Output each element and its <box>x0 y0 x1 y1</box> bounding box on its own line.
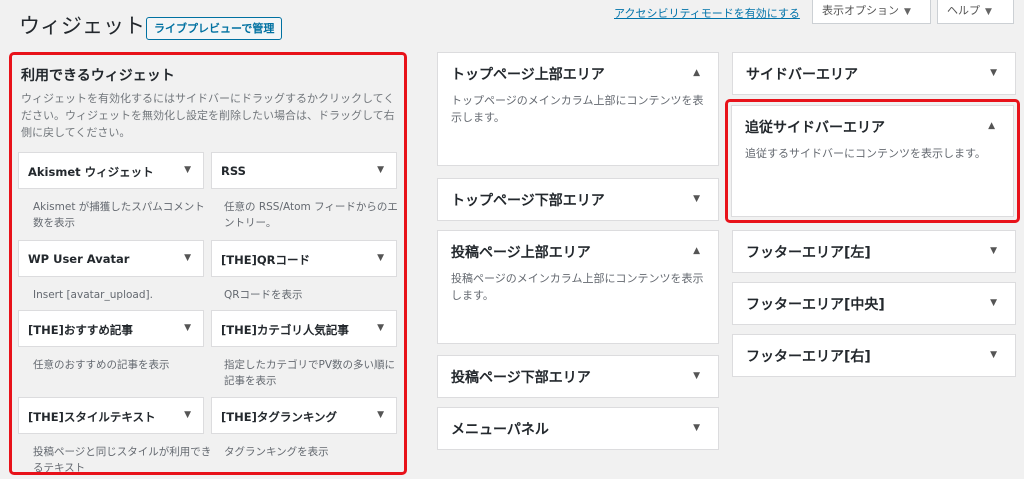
widget-category-popular[interactable]: [THE]カテゴリ人気記事 ▼ <box>211 310 397 347</box>
screen-options-button[interactable]: 表示オプション ▼ <box>812 0 931 24</box>
widget-title: [THE]QRコード <box>221 253 310 267</box>
widget-recommended-posts[interactable]: [THE]おすすめ記事 ▼ <box>18 310 204 347</box>
chevron-down-icon[interactable]: ▼ <box>990 246 997 256</box>
screen-options-label: 表示オプション <box>822 4 899 17</box>
chevron-down-icon[interactable]: ▼ <box>990 298 997 308</box>
widget-title: [THE]カテゴリ人気記事 <box>221 323 349 337</box>
widget-title: WP User Avatar <box>28 252 130 266</box>
widget-description: Akismet が捕獲したスパムコメント数を表示 <box>33 201 205 229</box>
chevron-down-icon[interactable]: ▼ <box>377 253 384 263</box>
area-footer-center[interactable]: フッターエリア[中央] ▼ <box>732 282 1016 325</box>
widget-description: QRコードを表示 <box>224 289 303 301</box>
accessibility-mode-link[interactable]: アクセシビリティモードを有効にする <box>614 5 800 21</box>
area-title: 投稿ページ下部エリア <box>451 370 591 386</box>
widget-title: [THE]おすすめ記事 <box>28 323 133 337</box>
area-title: メニューパネル <box>451 422 549 438</box>
area-title: トップページ下部エリア <box>451 193 605 209</box>
available-widgets-title: 利用できるウィジェット <box>21 68 175 84</box>
chevron-down-icon[interactable]: ▼ <box>693 194 700 204</box>
chevron-up-icon[interactable]: ▲ <box>693 246 700 256</box>
widget-title: [THE]タグランキング <box>221 410 337 424</box>
widget-style-text[interactable]: [THE]スタイルテキスト ▼ <box>18 397 204 434</box>
area-top-page-upper[interactable]: トップページ上部エリア ▲ トップページのメインカラム上部にコンテンツを表示しま… <box>437 52 719 166</box>
area-footer-right[interactable]: フッターエリア[右] ▼ <box>732 334 1016 377</box>
widget-akismet[interactable]: Akismet ウィジェット ▼ <box>18 152 204 189</box>
area-footer-left[interactable]: フッターエリア[左] ▼ <box>732 230 1016 273</box>
chevron-down-icon[interactable]: ▼ <box>377 410 384 420</box>
chevron-up-icon[interactable]: ▲ <box>693 68 700 78</box>
widget-title: [THE]スタイルテキスト <box>28 410 156 424</box>
area-title: トップページ上部エリア <box>451 67 605 83</box>
area-description: トップページのメインカラム上部にコンテンツを表示します。 <box>451 94 704 124</box>
area-top-page-lower[interactable]: トップページ下部エリア ▼ <box>437 178 719 221</box>
widget-rss[interactable]: RSS ▼ <box>211 152 397 189</box>
chevron-down-icon[interactable]: ▼ <box>184 165 191 175</box>
chevron-down-icon[interactable]: ▼ <box>693 371 700 381</box>
widget-description: Insert [avatar_upload]. <box>33 289 153 301</box>
widget-description: 投稿ページと同じスタイルが利用できるテキスト <box>33 446 212 474</box>
available-widgets-description: ウィジェットを有効化するにはサイドバーにドラッグするかクリックしてください。ウィ… <box>21 92 395 139</box>
area-menu-panel[interactable]: メニューパネル ▼ <box>437 407 719 450</box>
chevron-down-icon: ▼ <box>985 7 992 17</box>
widget-description: 指定したカテゴリでPV数の多い順に記事を表示 <box>224 359 396 387</box>
area-post-page-upper[interactable]: 投稿ページ上部エリア ▲ 投稿ページのメインカラム上部にコンテンツを表示します。 <box>437 230 719 344</box>
chevron-down-icon[interactable]: ▼ <box>990 68 997 78</box>
chevron-down-icon[interactable]: ▼ <box>184 323 191 333</box>
area-title: フッターエリア[右] <box>746 349 871 365</box>
widget-description: タグランキングを表示 <box>224 446 329 458</box>
available-widgets-panel: 利用できるウィジェット ウィジェットを有効化するにはサイドバーにドラッグするかク… <box>9 52 407 475</box>
area-title: フッターエリア[左] <box>746 245 871 261</box>
help-label: ヘルプ <box>947 4 980 17</box>
chevron-down-icon[interactable]: ▼ <box>184 253 191 263</box>
live-preview-button[interactable]: ライブプレビューで管理 <box>146 17 283 40</box>
widget-title: Akismet ウィジェット <box>28 165 154 179</box>
widget-tag-ranking[interactable]: [THE]タグランキング ▼ <box>211 397 397 434</box>
chevron-down-icon[interactable]: ▼ <box>184 410 191 420</box>
page-title: ウィジェット <box>19 14 145 38</box>
widget-qr-code[interactable]: [THE]QRコード ▼ <box>211 240 397 277</box>
widget-description: 任意の RSS/Atom フィードからのエントリー。 <box>224 201 398 229</box>
area-description: 投稿ページのメインカラム上部にコンテンツを表示します。 <box>451 272 704 302</box>
area-title: 投稿ページ上部エリア <box>451 245 591 261</box>
chevron-down-icon[interactable]: ▼ <box>990 350 997 360</box>
widget-description: 任意のおすすめの記事を表示 <box>33 359 170 371</box>
area-sidebar[interactable]: サイドバーエリア ▼ <box>732 52 1016 95</box>
chevron-down-icon: ▼ <box>904 7 911 17</box>
area-title: フッターエリア[中央] <box>746 297 885 313</box>
chevron-down-icon[interactable]: ▼ <box>377 323 384 333</box>
widget-wp-user-avatar[interactable]: WP User Avatar ▼ <box>18 240 204 277</box>
area-title: サイドバーエリア <box>746 67 858 83</box>
chevron-down-icon[interactable]: ▼ <box>693 423 700 433</box>
widget-title: RSS <box>221 164 246 178</box>
highlight-frame <box>725 99 1020 223</box>
area-post-page-lower[interactable]: 投稿ページ下部エリア ▼ <box>437 355 719 398</box>
chevron-down-icon[interactable]: ▼ <box>377 165 384 175</box>
help-button[interactable]: ヘルプ ▼ <box>937 0 1014 24</box>
